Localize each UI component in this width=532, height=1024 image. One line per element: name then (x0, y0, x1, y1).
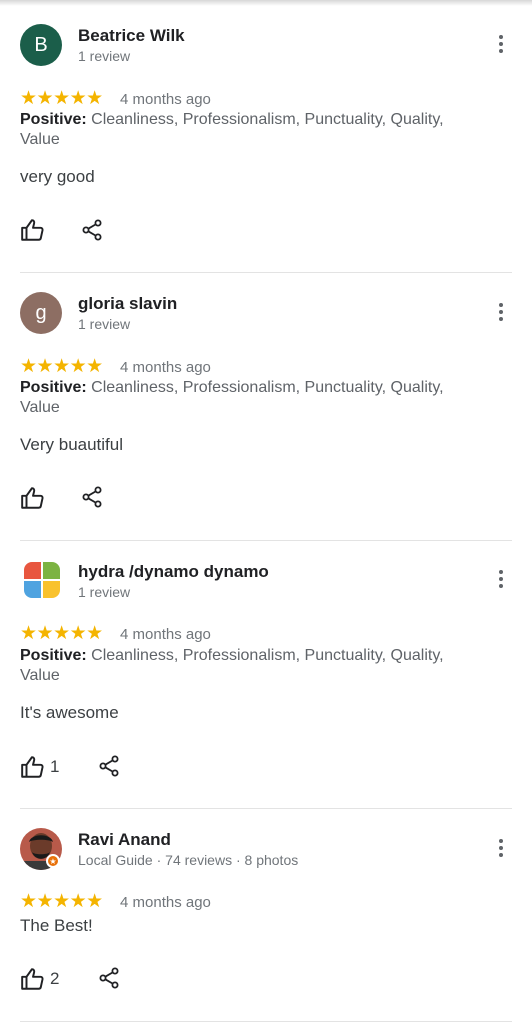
avatar[interactable] (24, 562, 60, 598)
reviewer-subtitle: 1 review (78, 316, 131, 332)
review-text: very good (20, 167, 95, 186)
thumbs-up-icon[interactable] (20, 966, 46, 992)
more-options-icon[interactable] (490, 299, 512, 325)
star-rating: ★★★★★ (20, 88, 103, 109)
divider (20, 540, 512, 541)
positive-aspects: Positive: Cleanliness, Professionalism, … (20, 110, 460, 150)
thumbs-up-icon[interactable] (20, 217, 46, 243)
share-icon[interactable] (80, 218, 104, 242)
star-rating: ★★★★★ (20, 623, 103, 644)
review-text: Very buautiful (20, 435, 124, 454)
reviewer-name[interactable]: hydra /dynamo dynamo (78, 562, 269, 582)
local-guide-badge-icon: ★ (46, 854, 60, 868)
positive-aspects: Positive: Cleanliness, Professionalism, … (20, 646, 460, 686)
reviewer-subtitle: Local Guide · 74 reviews · 8 photos (78, 852, 299, 868)
review-date: 4 months ago (120, 894, 211, 911)
divider (20, 1021, 512, 1022)
review-text: It's awesome (20, 703, 119, 722)
share-icon[interactable] (97, 966, 121, 990)
review-date: 4 months ago (120, 359, 211, 376)
share-icon[interactable] (80, 485, 104, 509)
more-options-icon[interactable] (490, 566, 512, 592)
like-count: 2 (50, 969, 60, 988)
reviewer-subtitle: 1 review (78, 48, 131, 64)
review-date: 4 months ago (120, 91, 211, 108)
star-rating: ★★★★★ (20, 356, 103, 377)
positive-aspects: Positive: Cleanliness, Professionalism, … (20, 378, 460, 418)
star-rating: ★★★★★ (20, 891, 103, 912)
avatar[interactable]: g (20, 292, 62, 334)
like-count: 1 (50, 757, 60, 776)
review-text: The Best! (20, 916, 93, 935)
reviewer-name[interactable]: Ravi Anand (78, 830, 171, 850)
reviewer-name[interactable]: Beatrice Wilk (78, 26, 185, 46)
top-shadow (0, 0, 532, 6)
avatar[interactable]: B (20, 24, 62, 66)
more-options-icon[interactable] (490, 31, 512, 57)
reviewer-name[interactable]: gloria slavin (78, 294, 177, 314)
thumbs-up-icon[interactable] (20, 754, 46, 780)
share-icon[interactable] (97, 754, 121, 778)
thumbs-up-icon[interactable] (20, 485, 46, 511)
divider (20, 808, 512, 809)
reviewer-subtitle: 1 review (78, 584, 131, 600)
review-date: 4 months ago (120, 626, 211, 643)
positive-label: Positive: (20, 647, 87, 664)
positive-label: Positive: (20, 111, 87, 128)
positive-label: Positive: (20, 379, 87, 396)
more-options-icon[interactable] (490, 835, 512, 861)
divider (20, 272, 512, 273)
